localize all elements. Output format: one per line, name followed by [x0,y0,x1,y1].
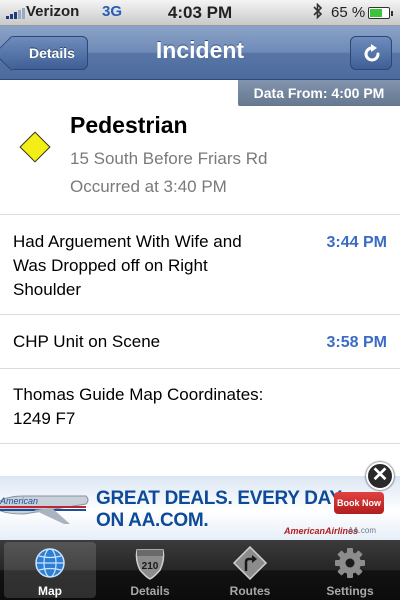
highway-number: 210 [142,561,159,572]
list-item: Had Arguement With Wife and Was Dropped … [0,214,400,314]
globe-icon [35,548,65,578]
close-icon[interactable]: ✕ [366,462,394,490]
tab-label: Routes [229,584,271,598]
incident-warning-icon [19,131,51,163]
navigation-bar: Details Incident [0,26,400,80]
gear-icon [335,548,365,578]
update-text: Thomas Guide Map Coordinates: 1249 F7 [13,385,264,428]
ad-book-now-button[interactable]: Book Now [334,492,384,514]
status-bar: Verizon 3G 4:03 PM 65 % [0,0,400,26]
bluetooth-icon [312,2,324,24]
ad-brand: AmericanAirlines [284,526,359,536]
tab-bar: Map 210 Details Routes Settings [0,540,400,600]
ad-banner[interactable]: American GREAT DEALS. EVERY DAY. ON AA.C… [0,476,400,540]
incident-occurred-time: Occurred at 3:40 PM [70,177,227,196]
page-title: Incident [155,37,245,63]
tab-details[interactable]: 210 Details [100,540,200,600]
incident-type: Pedestrian [70,112,188,138]
refresh-button[interactable] [350,36,392,70]
tab-label: Settings [326,584,374,598]
battery-icon [368,7,393,19]
update-time: 3:44 PM [326,234,387,251]
list-item: CHP Unit on Scene 3:58 PM [0,314,400,368]
tab-routes[interactable]: Routes [200,540,300,600]
ad-headline: GREAT DEALS. EVERY DAY. [96,488,345,509]
ad-subheadline: ON AA.COM. [96,510,209,531]
route-sign-icon [232,546,268,580]
list-item: Thomas Guide Map Coordinates: 1249 F7 [0,368,400,444]
tab-map[interactable]: Map [0,540,100,600]
update-text: Had Arguement With Wife and Was Dropped … [13,232,242,299]
ad-brand-url: AA.com [348,526,377,535]
update-text: CHP Unit on Scene [13,332,161,351]
tab-settings[interactable]: Settings [300,540,400,600]
update-time: 3:58 PM [326,334,387,351]
tab-label: Details [130,584,170,598]
airplane-image: American [0,495,89,524]
refresh-icon [364,44,380,62]
incident-location: 15 South Before Friars Rd [70,149,268,168]
ad-logo-text: American [0,496,38,506]
data-from-label: Data From: 4:00 PM [238,80,400,106]
battery-percent: 65 % [331,4,366,21]
highway-shield-icon: 210 [135,549,165,580]
tab-label: Map [38,584,62,598]
